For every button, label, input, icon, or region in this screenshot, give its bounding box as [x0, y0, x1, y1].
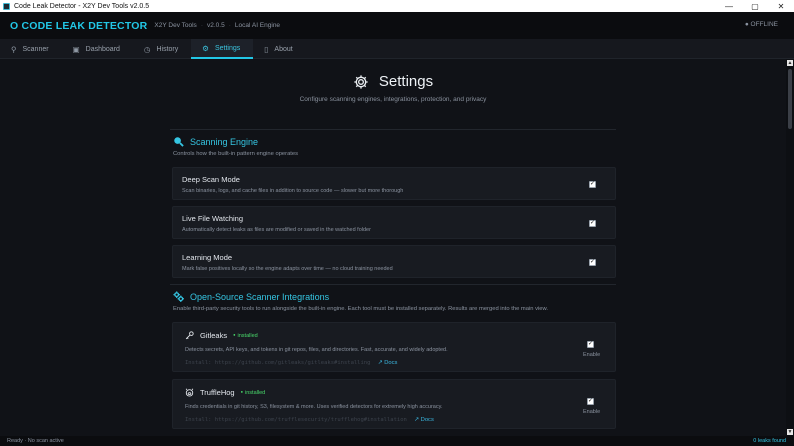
- tab-label: Settings: [214, 44, 241, 52]
- option-title: Live File Watching: [182, 214, 243, 223]
- option-description: Automatically detect leaks as files are …: [182, 227, 371, 233]
- section-integrations: Open-Source Scanner Integrations: [173, 291, 613, 302]
- status-badge: installed: [233, 332, 258, 339]
- integration-description: Detects secrets, API keys, and tokens in…: [185, 347, 448, 353]
- option-title: Learning Mode: [182, 253, 233, 262]
- maximize-button[interactable]: ▢: [742, 0, 768, 12]
- gitleaks-enable-checkbox[interactable]: ✓: [587, 341, 594, 348]
- vertical-scrollbar[interactable]: ▲ ▼: [786, 59, 794, 436]
- section-divider: [170, 284, 616, 285]
- integration-trufflehog: TruffleHog installed Finds credentials i…: [172, 379, 616, 429]
- page-title: Settings: [378, 73, 434, 90]
- option-deep-scan: Deep Scan Mode Scan binaries, logs, and …: [172, 167, 616, 200]
- tab-history[interactable]: ◷ History: [133, 39, 191, 59]
- integration-name: TruffleHog: [200, 388, 235, 397]
- brand-title: O CODE LEAK DETECTOR: [10, 19, 148, 32]
- info-icon: ▯: [264, 44, 269, 54]
- status-bar: Ready · No scan active 0 leaks found: [0, 436, 794, 446]
- clock-icon: ◷: [143, 44, 151, 54]
- scrollbar-thumb[interactable]: [788, 69, 792, 129]
- pig-icon: [185, 388, 194, 397]
- docs-link[interactable]: ↗ Docs: [378, 360, 398, 366]
- integration-description: Finds credentials in git history, S3, fi…: [185, 404, 443, 410]
- separator: ·: [200, 22, 203, 29]
- tab-about[interactable]: ▯ About: [253, 39, 305, 59]
- scroll-down-arrow-icon[interactable]: ▼: [787, 429, 793, 435]
- separator: ·: [228, 22, 231, 29]
- live-watching-checkbox[interactable]: ✓: [589, 220, 596, 227]
- status-badge: installed: [241, 389, 265, 396]
- section-scanning-engine: Scanning Engine: [173, 136, 298, 147]
- gear-icon: [354, 74, 368, 89]
- key-icon: [185, 331, 194, 340]
- settings-panel: Scanning Engine Controls how the built-i…: [170, 129, 616, 436]
- vendor-label: X2Y Dev Tools: [154, 22, 197, 29]
- window-titlebar: Code Leak Detector - X2Y Dev Tools v2.0.…: [0, 0, 794, 12]
- tab-scanner[interactable]: ⚲ Scanner: [0, 39, 62, 59]
- tab-label: Scanner: [22, 45, 49, 53]
- enable-label: Enable: [583, 352, 601, 358]
- search-icon: [174, 137, 184, 147]
- tab-label: Dashboard: [85, 45, 120, 53]
- section-description: Controls how the built-in pattern engine…: [173, 151, 299, 157]
- engine-label: Local AI Engine: [234, 22, 281, 29]
- section-title: Open-Source Scanner Integrations: [190, 291, 330, 302]
- option-learning-mode: Learning Mode Mark false positives local…: [172, 245, 616, 278]
- gear-icon: ⚙: [202, 43, 209, 53]
- version-label: v2.0.5: [206, 22, 225, 29]
- window-title: Code Leak Detector - X2Y Dev Tools v2.0.…: [14, 2, 150, 10]
- scan-status: Ready · No scan active: [7, 438, 64, 444]
- option-description: Scan binaries, logs, and cache files in …: [182, 188, 404, 194]
- learning-mode-checkbox[interactable]: ✓: [589, 259, 596, 266]
- close-button[interactable]: ✕: [768, 0, 794, 12]
- connection-status: ● OFFLINE: [744, 21, 778, 28]
- option-title: Deep Scan Mode: [182, 175, 240, 184]
- minimize-button[interactable]: —: [716, 0, 742, 12]
- scroll-up-arrow-icon[interactable]: ▲: [787, 60, 793, 66]
- option-live-watching: Live File Watching Automatically detect …: [172, 206, 616, 239]
- gears-icon: [173, 291, 184, 302]
- section-title: Scanning Engine: [190, 136, 259, 147]
- install-link[interactable]: Install: https://github.com/trufflesecur…: [185, 417, 407, 423]
- tab-label: About: [274, 45, 293, 53]
- deep-scan-checkbox[interactable]: ✓: [589, 181, 596, 188]
- integration-gitleaks: Gitleaks installed Detects secrets, API …: [172, 322, 616, 372]
- search-icon: ⚲: [11, 44, 17, 54]
- tab-dashboard[interactable]: ▣ Dashboard: [62, 39, 133, 59]
- tab-settings[interactable]: ⚙ Settings: [191, 39, 254, 59]
- main-tabs: ⚲ Scanner ▣ Dashboard ◷ History ⚙ Settin…: [0, 39, 794, 59]
- trufflehog-enable-checkbox[interactable]: ✓: [587, 398, 594, 405]
- app-icon: [3, 2, 10, 10]
- docs-link[interactable]: ↗ Docs: [414, 417, 434, 423]
- settings-page: Settings Configure scanning engines, int…: [0, 59, 786, 436]
- app-header: O CODE LEAK DETECTOR X2Y Dev Tools · v2.…: [0, 12, 794, 39]
- leaks-count: 0 leaks found: [753, 438, 786, 444]
- option-description: Mark false positives locally so the engi…: [182, 266, 393, 272]
- dashboard-icon: ▣: [72, 44, 80, 54]
- integration-name: Gitleaks: [200, 331, 228, 340]
- enable-label: Enable: [583, 409, 601, 415]
- page-subtitle: Configure scanning engines, integrations…: [299, 96, 487, 103]
- install-link[interactable]: Install: https://github.com/gitleaks/git…: [185, 360, 370, 366]
- tab-label: History: [156, 45, 179, 53]
- section-description: Enable third-party security tools to run…: [173, 306, 548, 312]
